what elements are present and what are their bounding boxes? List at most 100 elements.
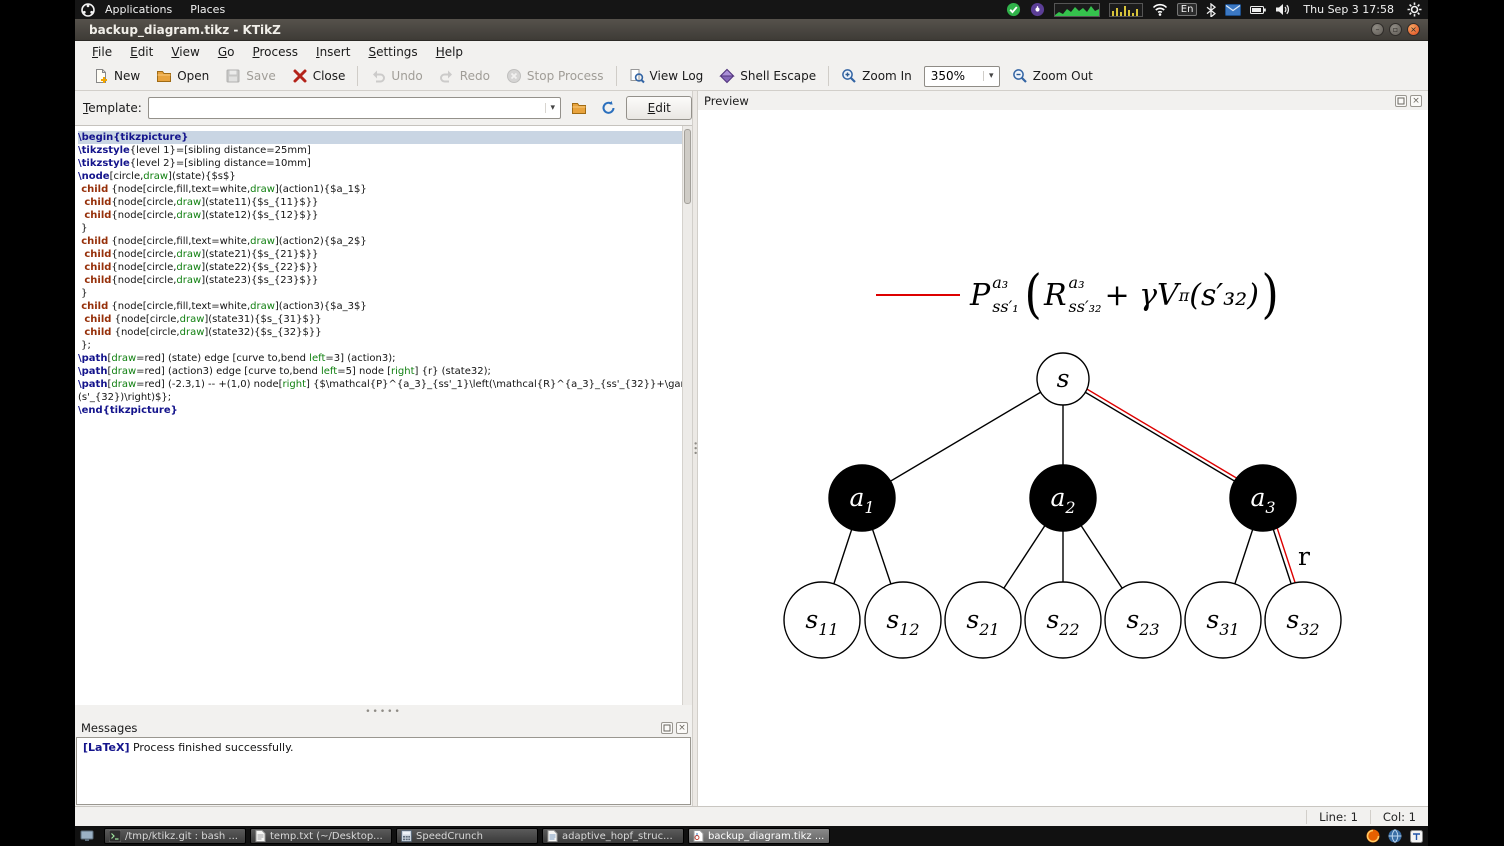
menu-process[interactable]: Process xyxy=(243,43,307,61)
code-line[interactable]: (s'_{32})\right)$}; xyxy=(78,391,692,404)
taskbar-item[interactable]: /tmp/ktikz.git : bash ... xyxy=(104,828,246,844)
menu-go[interactable]: Go xyxy=(209,43,244,61)
places-menu[interactable]: Places xyxy=(182,3,233,16)
code-line[interactable]: child{node[circle,draw](state21){$s_{21}… xyxy=(78,248,692,261)
open-template-button[interactable] xyxy=(567,96,591,120)
code-line[interactable]: child{node[circle,draw](state11){$s_{11}… xyxy=(78,196,692,209)
view-log-icon xyxy=(629,68,645,84)
code-line[interactable]: child {node[circle,fill,text=white,draw]… xyxy=(78,235,692,248)
globe-icon[interactable] xyxy=(1388,829,1402,843)
show-desktop-icon[interactable] xyxy=(80,830,94,842)
template-bar: Template: ▾ Edit xyxy=(75,91,692,125)
menu-settings[interactable]: Settings xyxy=(359,43,426,61)
close-button[interactable]: × xyxy=(1407,23,1420,36)
menu-help[interactable]: Help xyxy=(427,43,472,61)
formula-R-subscript: ss′₃₂ xyxy=(1068,297,1102,316)
code-line[interactable]: \path[draw=red] (-2.3,1) -- +(1,0) node[… xyxy=(78,378,692,391)
code-line[interactable]: \path[draw=red] (state) edge [curve to,b… xyxy=(78,352,692,365)
battery-icon[interactable] xyxy=(1250,5,1267,15)
code-line[interactable]: \tikzstyle{level 2}=[sibling distance=10… xyxy=(78,157,692,170)
editor-messages-splitter[interactable]: ••••• xyxy=(75,705,692,719)
red-backup-edge xyxy=(1064,375,1266,496)
code-line[interactable]: } xyxy=(78,287,692,300)
bluetooth-icon[interactable] xyxy=(1206,2,1217,17)
panel-menus: Applications Places xyxy=(81,2,233,17)
taskbar-item[interactable]: backup_diagram.tikz ... xyxy=(688,828,830,844)
maximize-button[interactable]: ▫ xyxy=(1389,23,1402,36)
new-button[interactable]: New xyxy=(85,65,148,87)
zoom-level-combobox[interactable]: 350% ▾ xyxy=(923,65,1000,87)
preview-canvas[interactable]: s a1 a2 a3 s11 s12 s21 s22 s23 s31 s32 r P a₃ ss′₁ (… xyxy=(698,110,1428,806)
menu-edit[interactable]: Edit xyxy=(121,43,162,61)
keyboard-layout-indicator[interactable]: En xyxy=(1176,3,1198,16)
code-editor[interactable]: \begin{tikzpicture} \tikzstyle{level 1}=[… xyxy=(75,125,692,705)
zoom-in-button[interactable]: Zoom In xyxy=(833,65,920,87)
code-line[interactable]: }; xyxy=(78,339,692,352)
code-line[interactable]: child {node[circle,fill,text=white,draw]… xyxy=(78,183,692,196)
preview-panel-title: Preview xyxy=(704,93,749,108)
taskbar-item[interactable]: adaptive_hopf_struc... xyxy=(542,828,684,844)
code-line[interactable]: \node[circle,draw](state){$s$} xyxy=(78,170,692,183)
taskbar-item[interactable]: SpeedCrunch xyxy=(396,828,538,844)
document-icon xyxy=(547,830,558,842)
code-line[interactable]: \begin{tikzpicture} xyxy=(78,131,692,144)
code-line[interactable]: child{node[circle,draw](state12){$s_{12}… xyxy=(78,209,692,222)
edit-template-button[interactable]: Edit xyxy=(626,96,692,120)
code-line[interactable]: \tikzstyle{level 1}=[sibling distance=25… xyxy=(78,144,692,157)
undo-button[interactable]: Undo xyxy=(362,65,430,87)
system-monitor-net-icon[interactable] xyxy=(1108,2,1143,17)
code-line[interactable]: child {node[circle,draw](state32){$s_{32… xyxy=(78,326,692,339)
undock-panel-icon[interactable] xyxy=(1395,94,1407,107)
save-button[interactable]: Save xyxy=(217,65,283,87)
clock[interactable]: Thu Sep 3 17:58 xyxy=(1303,3,1394,16)
mail-icon[interactable] xyxy=(1225,3,1242,16)
preview-panel-header: Preview × xyxy=(698,91,1428,110)
tree-edge xyxy=(861,378,1064,499)
zoom-out-button[interactable]: Zoom Out xyxy=(1004,65,1101,87)
code-line[interactable]: \path[draw=red] (action3) edge [curve to… xyxy=(78,365,692,378)
redo-icon xyxy=(439,68,455,84)
undo-button-label: Undo xyxy=(391,69,423,83)
volume-icon[interactable] xyxy=(1275,3,1290,16)
applications-menu[interactable]: Applications xyxy=(97,3,180,16)
menu-insert[interactable]: Insert xyxy=(307,43,359,61)
status-check-icon[interactable] xyxy=(1006,2,1021,17)
stop-process-button[interactable]: Stop Process xyxy=(498,65,612,87)
code-line[interactable]: child{node[circle,draw](state22){$s_{22}… xyxy=(78,261,692,274)
distro-logo-icon[interactable] xyxy=(81,2,95,17)
wifi-icon[interactable] xyxy=(1152,3,1168,16)
formula-P-subscript: ss′₁ xyxy=(992,297,1019,316)
code-line[interactable]: \end{tikzpicture} xyxy=(78,404,692,417)
system-monitor-cpu-icon[interactable] xyxy=(1053,2,1100,17)
calculator-icon xyxy=(401,830,412,842)
code-line[interactable]: child{node[circle,draw](state23){$s_{23}… xyxy=(78,274,692,287)
view-log-button[interactable]: View Log xyxy=(621,65,712,87)
undock-panel-icon[interactable] xyxy=(661,722,673,734)
menu-file[interactable]: File xyxy=(83,43,121,61)
taskbar-item[interactable]: temp.txt (~/Desktop... xyxy=(250,828,392,844)
firefox-icon[interactable] xyxy=(1366,829,1380,843)
chevron-down-icon[interactable]: ▾ xyxy=(982,71,999,81)
window-titlebar[interactable]: backup_diagram.tikz - KTikZ – ▫ × xyxy=(75,19,1428,41)
user-presence-icon[interactable] xyxy=(1030,2,1045,17)
reload-template-button[interactable] xyxy=(597,96,621,120)
undo-icon xyxy=(370,68,386,84)
open-button[interactable]: Open xyxy=(148,65,217,87)
editor-scrollbar[interactable] xyxy=(682,126,692,705)
redo-button[interactable]: Redo xyxy=(431,65,498,87)
template-combobox[interactable]: ▾ xyxy=(147,97,561,119)
code-line[interactable]: child {node[circle,fill,text=white,draw]… xyxy=(78,300,692,313)
close-panel-icon[interactable]: × xyxy=(1410,94,1422,107)
editor-scrollbar-thumb[interactable] xyxy=(684,129,691,204)
menu-view[interactable]: View xyxy=(162,43,208,61)
power-gear-icon[interactable] xyxy=(1407,2,1422,17)
close-button[interactable]: Close xyxy=(284,65,354,87)
code-line[interactable]: child {node[circle,draw](state31){$s_{31… xyxy=(78,313,692,326)
tex-icon[interactable] xyxy=(1410,829,1423,843)
code-line[interactable]: } xyxy=(78,222,692,235)
chevron-down-icon[interactable]: ▾ xyxy=(544,103,560,113)
minimize-button[interactable]: – xyxy=(1371,23,1384,36)
shell-escape-button[interactable]: Shell Escape xyxy=(711,65,824,87)
close-panel-icon[interactable]: × xyxy=(676,722,688,734)
formula-P-superscript: a₃ xyxy=(992,273,1009,292)
